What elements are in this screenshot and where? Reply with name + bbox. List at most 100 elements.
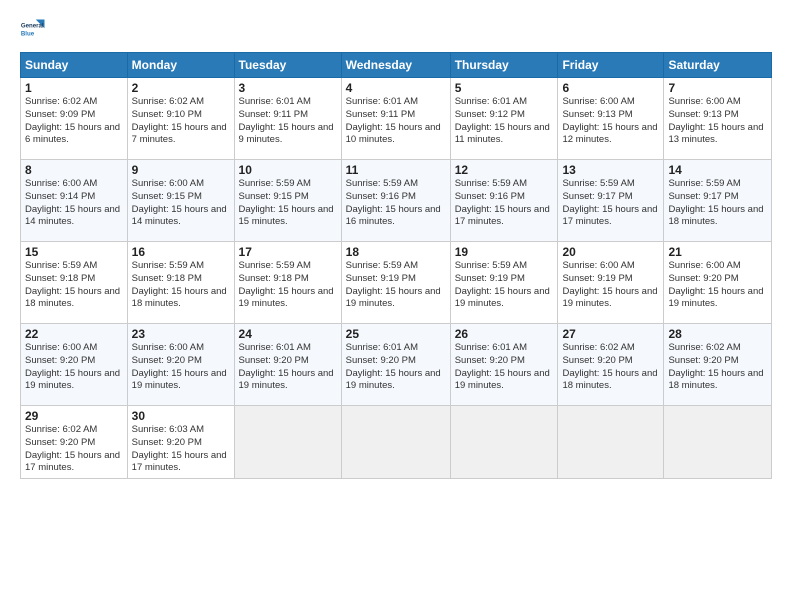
day-number: 7 [668, 81, 767, 95]
day-number: 21 [668, 245, 767, 259]
calendar-cell: 14 Sunrise: 5:59 AM Sunset: 9:17 PM Dayl… [664, 160, 772, 242]
day-info: Sunrise: 6:00 AM Sunset: 9:20 PM Dayligh… [25, 342, 123, 393]
day-number: 25 [346, 327, 446, 341]
day-info: Sunrise: 5:59 AM Sunset: 9:18 PM Dayligh… [132, 260, 230, 311]
col-header-saturday: Saturday [664, 53, 772, 78]
calendar-cell: 20 Sunrise: 6:00 AM Sunset: 9:19 PM Dayl… [558, 242, 664, 324]
day-number: 27 [562, 327, 659, 341]
calendar-cell: 16 Sunrise: 5:59 AM Sunset: 9:18 PM Dayl… [127, 242, 234, 324]
day-info: Sunrise: 5:59 AM Sunset: 9:18 PM Dayligh… [25, 260, 123, 311]
day-number: 3 [239, 81, 337, 95]
calendar-cell: 24 Sunrise: 6:01 AM Sunset: 9:20 PM Dayl… [234, 324, 341, 406]
calendar-cell: 29 Sunrise: 6:02 AM Sunset: 9:20 PM Dayl… [21, 406, 128, 479]
day-number: 11 [346, 163, 446, 177]
day-info: Sunrise: 6:01 AM Sunset: 9:20 PM Dayligh… [346, 342, 446, 393]
week-row-1: 1 Sunrise: 6:02 AM Sunset: 9:09 PM Dayli… [21, 78, 772, 160]
header: General Blue [20, 16, 772, 44]
day-number: 1 [25, 81, 123, 95]
day-info: Sunrise: 6:01 AM Sunset: 9:12 PM Dayligh… [455, 96, 554, 147]
page: General Blue SundayMondayTuesdayWednesda… [0, 0, 792, 612]
day-number: 10 [239, 163, 337, 177]
calendar-cell: 8 Sunrise: 6:00 AM Sunset: 9:14 PM Dayli… [21, 160, 128, 242]
calendar-cell: 1 Sunrise: 6:02 AM Sunset: 9:09 PM Dayli… [21, 78, 128, 160]
day-info: Sunrise: 5:59 AM Sunset: 9:18 PM Dayligh… [239, 260, 337, 311]
day-number: 6 [562, 81, 659, 95]
calendar-cell: 7 Sunrise: 6:00 AM Sunset: 9:13 PM Dayli… [664, 78, 772, 160]
day-number: 20 [562, 245, 659, 259]
calendar: SundayMondayTuesdayWednesdayThursdayFrid… [20, 52, 772, 479]
week-row-2: 8 Sunrise: 6:00 AM Sunset: 9:14 PM Dayli… [21, 160, 772, 242]
day-info: Sunrise: 5:59 AM Sunset: 9:19 PM Dayligh… [455, 260, 554, 311]
day-number: 12 [455, 163, 554, 177]
day-number: 16 [132, 245, 230, 259]
calendar-cell: 28 Sunrise: 6:02 AM Sunset: 9:20 PM Dayl… [664, 324, 772, 406]
col-header-friday: Friday [558, 53, 664, 78]
day-number: 15 [25, 245, 123, 259]
calendar-cell: 3 Sunrise: 6:01 AM Sunset: 9:11 PM Dayli… [234, 78, 341, 160]
calendar-cell: 13 Sunrise: 5:59 AM Sunset: 9:17 PM Dayl… [558, 160, 664, 242]
col-header-wednesday: Wednesday [341, 53, 450, 78]
calendar-cell: 19 Sunrise: 5:59 AM Sunset: 9:19 PM Dayl… [450, 242, 558, 324]
day-info: Sunrise: 5:59 AM Sunset: 9:16 PM Dayligh… [455, 178, 554, 229]
calendar-cell: 27 Sunrise: 6:02 AM Sunset: 9:20 PM Dayl… [558, 324, 664, 406]
day-number: 17 [239, 245, 337, 259]
week-row-5: 29 Sunrise: 6:02 AM Sunset: 9:20 PM Dayl… [21, 406, 772, 479]
week-row-3: 15 Sunrise: 5:59 AM Sunset: 9:18 PM Dayl… [21, 242, 772, 324]
calendar-cell: 18 Sunrise: 5:59 AM Sunset: 9:19 PM Dayl… [341, 242, 450, 324]
day-number: 14 [668, 163, 767, 177]
day-number: 8 [25, 163, 123, 177]
col-header-sunday: Sunday [21, 53, 128, 78]
day-info: Sunrise: 6:00 AM Sunset: 9:15 PM Dayligh… [132, 178, 230, 229]
day-number: 23 [132, 327, 230, 341]
day-info: Sunrise: 6:02 AM Sunset: 9:09 PM Dayligh… [25, 96, 123, 147]
day-number: 9 [132, 163, 230, 177]
calendar-cell: 9 Sunrise: 6:00 AM Sunset: 9:15 PM Dayli… [127, 160, 234, 242]
day-info: Sunrise: 5:59 AM Sunset: 9:15 PM Dayligh… [239, 178, 337, 229]
calendar-cell [234, 406, 341, 479]
week-row-4: 22 Sunrise: 6:00 AM Sunset: 9:20 PM Dayl… [21, 324, 772, 406]
day-info: Sunrise: 6:00 AM Sunset: 9:20 PM Dayligh… [668, 260, 767, 311]
day-info: Sunrise: 6:03 AM Sunset: 9:20 PM Dayligh… [132, 424, 230, 475]
day-info: Sunrise: 6:00 AM Sunset: 9:19 PM Dayligh… [562, 260, 659, 311]
day-info: Sunrise: 6:00 AM Sunset: 9:14 PM Dayligh… [25, 178, 123, 229]
day-number: 26 [455, 327, 554, 341]
col-header-thursday: Thursday [450, 53, 558, 78]
calendar-cell: 5 Sunrise: 6:01 AM Sunset: 9:12 PM Dayli… [450, 78, 558, 160]
day-info: Sunrise: 6:01 AM Sunset: 9:20 PM Dayligh… [455, 342, 554, 393]
calendar-cell: 6 Sunrise: 6:00 AM Sunset: 9:13 PM Dayli… [558, 78, 664, 160]
calendar-cell [341, 406, 450, 479]
day-info: Sunrise: 5:59 AM Sunset: 9:19 PM Dayligh… [346, 260, 446, 311]
day-number: 18 [346, 245, 446, 259]
svg-text:Blue: Blue [21, 30, 35, 37]
day-info: Sunrise: 6:00 AM Sunset: 9:13 PM Dayligh… [668, 96, 767, 147]
calendar-cell: 17 Sunrise: 5:59 AM Sunset: 9:18 PM Dayl… [234, 242, 341, 324]
calendar-cell [664, 406, 772, 479]
calendar-cell [450, 406, 558, 479]
calendar-cell: 4 Sunrise: 6:01 AM Sunset: 9:11 PM Dayli… [341, 78, 450, 160]
col-header-tuesday: Tuesday [234, 53, 341, 78]
calendar-cell: 25 Sunrise: 6:01 AM Sunset: 9:20 PM Dayl… [341, 324, 450, 406]
day-info: Sunrise: 6:02 AM Sunset: 9:10 PM Dayligh… [132, 96, 230, 147]
calendar-cell: 23 Sunrise: 6:00 AM Sunset: 9:20 PM Dayl… [127, 324, 234, 406]
calendar-cell: 10 Sunrise: 5:59 AM Sunset: 9:15 PM Dayl… [234, 160, 341, 242]
day-number: 2 [132, 81, 230, 95]
calendar-cell: 21 Sunrise: 6:00 AM Sunset: 9:20 PM Dayl… [664, 242, 772, 324]
day-number: 4 [346, 81, 446, 95]
day-info: Sunrise: 5:59 AM Sunset: 9:16 PM Dayligh… [346, 178, 446, 229]
calendar-cell [558, 406, 664, 479]
col-header-monday: Monday [127, 53, 234, 78]
calendar-cell: 12 Sunrise: 5:59 AM Sunset: 9:16 PM Dayl… [450, 160, 558, 242]
day-info: Sunrise: 6:01 AM Sunset: 9:11 PM Dayligh… [346, 96, 446, 147]
day-info: Sunrise: 5:59 AM Sunset: 9:17 PM Dayligh… [562, 178, 659, 229]
day-number: 30 [132, 409, 230, 423]
day-number: 24 [239, 327, 337, 341]
calendar-cell: 2 Sunrise: 6:02 AM Sunset: 9:10 PM Dayli… [127, 78, 234, 160]
day-info: Sunrise: 6:01 AM Sunset: 9:20 PM Dayligh… [239, 342, 337, 393]
day-info: Sunrise: 6:02 AM Sunset: 9:20 PM Dayligh… [562, 342, 659, 393]
day-info: Sunrise: 6:02 AM Sunset: 9:20 PM Dayligh… [668, 342, 767, 393]
logo: General Blue [20, 16, 48, 44]
day-number: 28 [668, 327, 767, 341]
day-info: Sunrise: 6:02 AM Sunset: 9:20 PM Dayligh… [25, 424, 123, 475]
svg-text:General: General [21, 22, 44, 29]
day-info: Sunrise: 6:01 AM Sunset: 9:11 PM Dayligh… [239, 96, 337, 147]
